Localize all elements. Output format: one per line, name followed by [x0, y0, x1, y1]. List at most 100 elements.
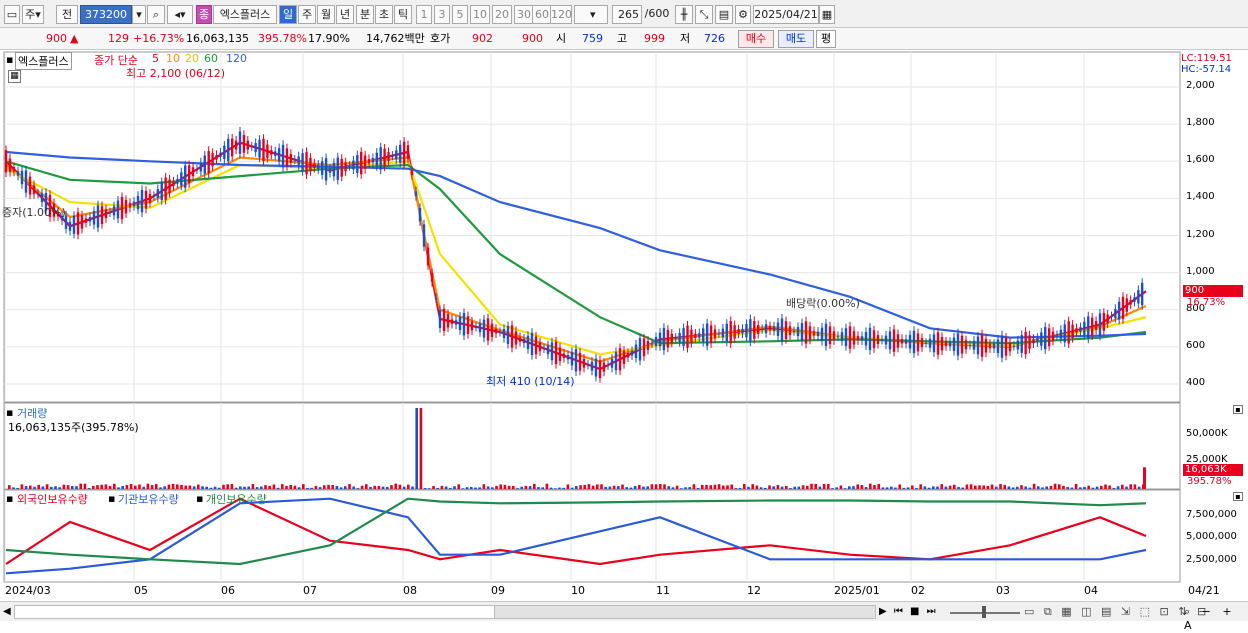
count-input[interactable]: 265: [612, 5, 642, 24]
tf-month-tab[interactable]: 월: [317, 5, 335, 24]
tick-10[interactable]: 10: [470, 5, 490, 24]
playback-controls[interactable]: ▶ ⏮ ■ ⏭: [879, 605, 938, 619]
candle-body: [80, 215, 84, 229]
candle-body: [230, 138, 234, 157]
scroll-thumb[interactable]: [15, 606, 495, 618]
tick-120[interactable]: 120: [550, 5, 572, 24]
volume-bar: [1007, 486, 1011, 489]
zoom-slider[interactable]: [950, 605, 1020, 619]
search-icon[interactable]: ⌕: [147, 5, 165, 24]
tick-custom-select[interactable]: ▾: [574, 5, 608, 24]
candle-body: [896, 334, 900, 348]
code-input[interactable]: 373200: [80, 5, 132, 24]
tf-week-tab[interactable]: 주: [298, 5, 316, 24]
volume-bar: [533, 483, 536, 489]
tick-3[interactable]: 3: [434, 5, 450, 24]
candle-body: [352, 160, 355, 170]
volume-bar: [339, 487, 343, 489]
legend-foreign: 외국인보유수량: [17, 493, 88, 506]
candle-body: [542, 348, 546, 350]
scroll-track[interactable]: [14, 605, 876, 619]
tick-20[interactable]: 20: [492, 5, 512, 24]
x-label-04: 04: [1084, 584, 1098, 597]
volume-bar: [1020, 485, 1023, 489]
volume-bar: [810, 483, 813, 489]
period-select[interactable]: 주▾: [22, 5, 44, 24]
volume-bar: [419, 408, 423, 489]
volume-bar: [759, 487, 763, 489]
candle-body: [944, 341, 948, 347]
up-arrow-icon: ▲: [70, 32, 79, 45]
volume-bar: [260, 486, 263, 489]
volume-bar: [348, 484, 351, 489]
volume-value-text: 16,063,135주(395.78%): [8, 421, 139, 434]
table-icon[interactable]: ▦: [8, 70, 21, 83]
sell-button[interactable]: 매도: [778, 30, 814, 48]
candle-body: [1020, 335, 1023, 353]
candle-body: [686, 325, 689, 348]
x-label-06: 06: [221, 584, 235, 597]
code-dropdown-icon[interactable]: ▾: [132, 5, 146, 24]
tf-day-tab[interactable]: 일: [279, 5, 297, 24]
y-tick-600: 600: [1186, 340, 1206, 351]
volume-bar: [999, 484, 1002, 489]
volume-bar: [1100, 485, 1103, 489]
volume-bar: [827, 483, 830, 489]
window-icon[interactable]: ▭: [4, 5, 20, 24]
volume-marker-icon: ▪: [6, 406, 14, 419]
candle-body: [1036, 337, 1039, 343]
candle-body: [662, 327, 666, 351]
tf-sec-tab[interactable]: 초: [375, 5, 393, 24]
chart-scrollbar[interactable]: ◀ ▶ ⏮ ■ ⏭ ▭ ⧉ ▦ ◫ ▤ ⇲ ⬚ ⊡ ⇅ ⊟ ⌕ − + A: [0, 601, 1248, 632]
volume-bar: [293, 485, 297, 489]
calendar-icon[interactable]: ▦: [819, 5, 835, 24]
candle-body: [498, 332, 502, 334]
tf-year-tab[interactable]: 년: [336, 5, 354, 24]
volume-bar: [1129, 484, 1132, 489]
buy-button[interactable]: 매수: [738, 30, 774, 48]
scroll-left-icon[interactable]: ◀: [3, 606, 13, 618]
volume-collapse-icon[interactable]: ▪: [1233, 405, 1243, 414]
save-icon[interactable]: ▤: [715, 5, 733, 24]
candle-icon[interactable]: ╫: [675, 5, 693, 24]
tick-5[interactable]: 5: [452, 5, 468, 24]
date-input[interactable]: 2025/04/21: [753, 5, 819, 24]
candle-body: [666, 329, 670, 348]
candle-body: [1008, 342, 1012, 352]
candle-body: [172, 181, 175, 187]
volume-bar: [801, 485, 805, 489]
zoom-controls[interactable]: ⌕ − + A: [1184, 605, 1248, 633]
candle-body: [8, 158, 12, 172]
volume-bar: [1066, 487, 1069, 489]
candle-body: [768, 326, 772, 331]
candle-body: [195, 169, 199, 171]
volume-bar: [171, 483, 175, 489]
high-annotation: 최고 2,100 (06/12): [126, 67, 226, 80]
candle-body: [246, 140, 250, 150]
gear-icon[interactable]: ⚙: [735, 5, 751, 24]
candle-body: [900, 338, 904, 344]
eval-button[interactable]: 평: [816, 30, 836, 48]
tf-tick-tab[interactable]: 틱: [394, 5, 412, 24]
volume-bar: [579, 485, 582, 489]
cross-icon[interactable]: ⤡: [695, 5, 713, 24]
holdings-collapse-icon[interactable]: ▪: [1233, 492, 1243, 501]
holdings-marker-icon: ▪: [6, 492, 14, 505]
stock-name-tag: 엑스플러스: [15, 52, 72, 70]
tick-60[interactable]: 60: [532, 5, 552, 24]
volume-bar: [75, 486, 78, 489]
drawing-tools[interactable]: ▭ ⧉ ▦ ◫ ▤ ⇲ ⬚ ⊡ ⇅ ⊟: [1024, 605, 1209, 619]
chart-canvas[interactable]: [0, 51, 1248, 601]
prev-button[interactable]: 전: [56, 5, 78, 24]
tick-30[interactable]: 30: [514, 5, 534, 24]
volume-bar: [1049, 485, 1053, 489]
volume-bar: [37, 484, 40, 489]
candle-body: [1032, 338, 1035, 344]
sound-icon[interactable]: ◂▾: [167, 5, 193, 24]
tick-1[interactable]: 1: [416, 5, 432, 24]
volume-bar: [965, 484, 969, 489]
tf-min-tab[interactable]: 분: [356, 5, 374, 24]
ma120-legend: 120: [226, 52, 247, 65]
candle-body: [274, 151, 277, 156]
volume-bar: [394, 483, 397, 489]
